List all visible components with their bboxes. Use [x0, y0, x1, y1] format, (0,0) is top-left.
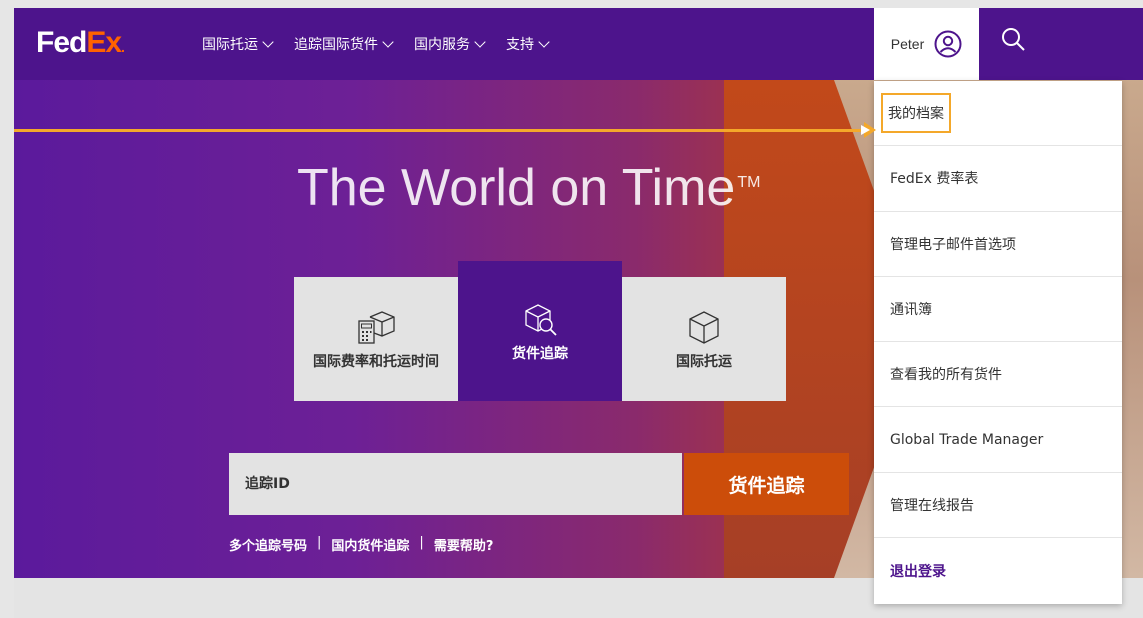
tracking-form: 货件追踪 — [229, 453, 849, 515]
separator: | — [419, 535, 424, 550]
menu-item-online-reports[interactable]: 管理在线报告 — [874, 473, 1122, 539]
menu-item-global-trade-manager[interactable]: Global Trade Manager — [874, 407, 1122, 473]
tile-rates-transit[interactable]: 国际费率和托运时间 — [294, 277, 458, 401]
package-search-icon — [525, 303, 557, 336]
menu-item-address-book[interactable]: 通讯簿 — [874, 277, 1122, 343]
chevron-down-icon — [474, 36, 486, 48]
link-domestic-tracking[interactable]: 国内货件追踪 — [331, 535, 409, 554]
chevron-down-icon — [382, 36, 394, 48]
menu-item-all-shipments[interactable]: 查看我的所有货件 — [874, 342, 1122, 408]
menu-item-rate-sheets[interactable]: FedEx 费率表 — [874, 146, 1122, 212]
fedex-logo[interactable]: FedEx. — [36, 26, 125, 60]
track-shipment-button[interactable]: 货件追踪 — [684, 453, 849, 515]
main-nav: 国际托运 追踪国际货件 国内服务 支持 — [202, 34, 550, 54]
browser-viewport: FedEx. 国际托运 追踪国际货件 国内服务 支持 Peter The Wor… — [14, 8, 1143, 618]
search-icon[interactable] — [999, 26, 1027, 54]
nav-track-international[interactable]: 追踪国际货件 — [294, 34, 394, 54]
tracking-quick-links: 多个追踪号码 | 国内货件追踪 | 需要帮助? — [229, 535, 493, 554]
package-icon — [689, 310, 719, 344]
user-name: Peter — [890, 35, 925, 52]
annotation-arrow-head — [861, 122, 876, 138]
menu-item-logout[interactable]: 退出登录 — [874, 538, 1122, 603]
separator: | — [317, 535, 322, 550]
user-avatar-icon — [934, 30, 962, 57]
tile-track-shipment[interactable]: 货件追踪 — [458, 261, 622, 401]
chevron-down-icon — [262, 36, 274, 48]
chevron-down-icon — [538, 36, 550, 48]
hero-title: The World on Time TM — [297, 159, 761, 217]
tracking-id-input[interactable] — [229, 453, 682, 515]
top-header: FedEx. 国际托运 追踪国际货件 国内服务 支持 Peter — [14, 8, 1143, 81]
nav-support[interactable]: 支持 — [506, 34, 550, 54]
rates-calculator-icon — [358, 310, 395, 344]
nav-domestic-services[interactable]: 国内服务 — [414, 34, 486, 54]
nav-international-shipping[interactable]: 国际托运 — [202, 34, 274, 54]
user-dropdown-menu: 我的档案 FedEx 费率表 管理电子邮件首选项 通讯簿 查看我的所有货件 Gl… — [874, 81, 1122, 604]
menu-item-my-profile[interactable]: 我的档案 — [874, 81, 1122, 147]
menu-item-email-preferences[interactable]: 管理电子邮件首选项 — [874, 212, 1122, 277]
annotation-arrow-line — [14, 129, 864, 132]
link-multiple-tracking[interactable]: 多个追踪号码 — [229, 535, 307, 554]
tile-international-shipping[interactable]: 国际托运 — [622, 277, 786, 401]
user-menu-button[interactable]: Peter — [874, 8, 979, 81]
link-need-help[interactable]: 需要帮助? — [434, 535, 494, 554]
